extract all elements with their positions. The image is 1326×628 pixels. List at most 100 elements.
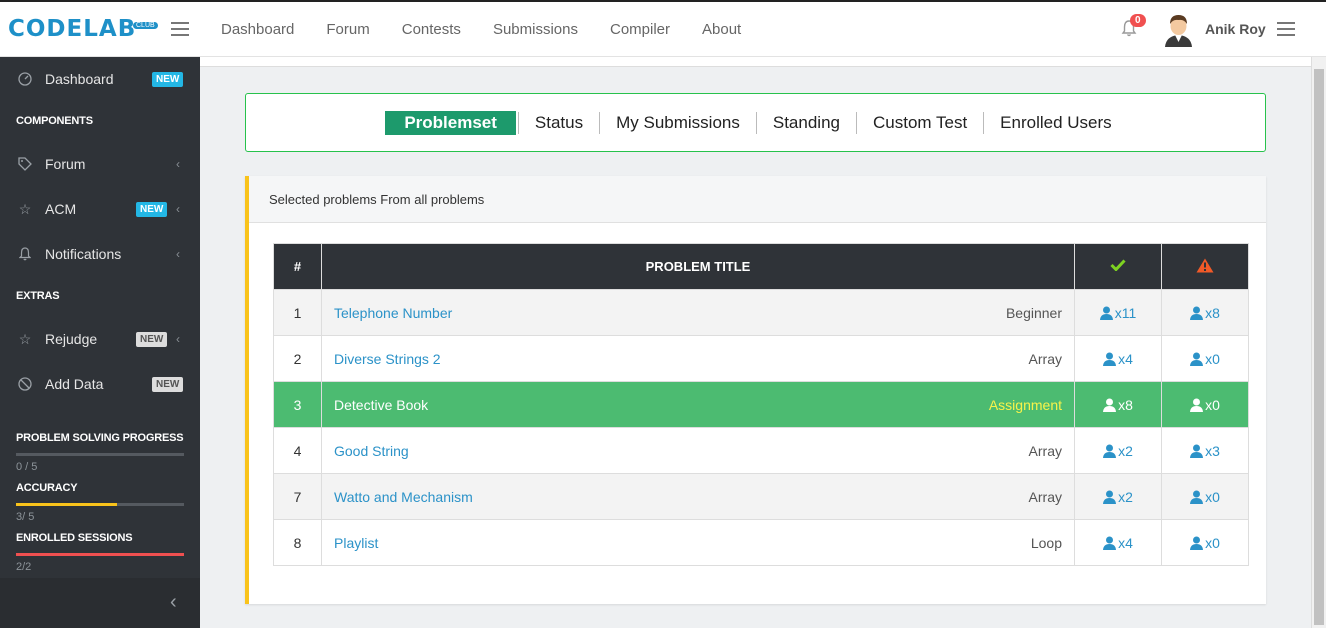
content-top-strip [200, 57, 1311, 67]
vertical-scrollbar[interactable] [1311, 57, 1326, 628]
check-icon [1110, 259, 1126, 272]
panel-heading: Selected problems From all problems [249, 176, 1266, 223]
attempted-users-cell[interactable]: x0 [1161, 519, 1249, 566]
problem-number: 3 [273, 381, 322, 428]
problem-title-cell: Good String Array [321, 427, 1075, 474]
progress-value: 0 / 5 [16, 461, 38, 473]
sidebar: Dashboard NEW COMPONENTS Forum ‹ ☆ ACM N… [0, 57, 200, 628]
accepted-users-cell[interactable]: x8 [1074, 381, 1162, 428]
table-row[interactable]: 4 Good String Array x2 x3 [273, 427, 1249, 474]
nav-about[interactable]: About [686, 21, 757, 38]
accuracy-value: 3/ 5 [16, 511, 35, 523]
section-title-extras: EXTRAS [16, 290, 60, 302]
column-header-title: PROBLEM TITLE [321, 243, 1075, 290]
problem-rows: 1 Telephone Number Beginner x11 x8 2 Diverse S… [273, 289, 1249, 566]
collapse-sidebar-icon[interactable]: ‹ [170, 591, 177, 614]
user-icon [1190, 489, 1205, 505]
attempted-count: x0 [1205, 534, 1220, 551]
problem-title-link[interactable]: Diverse Strings 2 [334, 351, 441, 367]
gauge-icon [17, 71, 33, 87]
attempted-count: x0 [1205, 488, 1220, 505]
attempted-users-cell[interactable]: x0 [1161, 381, 1249, 428]
tab-status[interactable]: Status [521, 113, 597, 133]
attempted-users-cell[interactable]: x3 [1161, 427, 1249, 474]
table-header-row: # PROBLEM TITLE [273, 243, 1249, 290]
ban-icon [17, 376, 33, 392]
tab-divider [599, 111, 601, 134]
sidebar-item-rejudge[interactable]: ☆ Rejudge NEW ‹ [0, 317, 200, 361]
sidebar-item-label: Forum [45, 156, 86, 172]
sidebar-item-acm[interactable]: ☆ ACM NEW ‹ [0, 187, 200, 231]
tab-enrolled-users[interactable]: Enrolled Users [986, 113, 1126, 133]
attempted-users-cell[interactable]: x0 [1161, 473, 1249, 520]
problem-title-link[interactable]: Telephone Number [334, 305, 452, 321]
chevron-left-icon: ‹ [176, 157, 180, 171]
notification-count-badge: 0 [1130, 14, 1146, 27]
enrolled-sessions-track [16, 553, 184, 556]
tab-divider [983, 111, 985, 134]
user-icon [1099, 305, 1115, 321]
problem-title-cell: Telephone Number Beginner [321, 289, 1075, 336]
nav-contests[interactable]: Contests [386, 21, 477, 38]
problem-title-link[interactable]: Watto and Mechanism [334, 489, 473, 505]
sidebar-item-add-data[interactable]: Add Data NEW [0, 362, 200, 406]
problem-number: 7 [273, 473, 322, 520]
problem-number: 2 [273, 335, 322, 382]
bell-icon [17, 246, 33, 262]
scrollbar-thumb[interactable] [1314, 69, 1324, 625]
problem-number: 8 [273, 519, 322, 566]
user-icon [1103, 397, 1118, 413]
sidebar-item-dashboard[interactable]: Dashboard NEW [0, 57, 200, 101]
problem-title-link[interactable]: Detective Book [334, 397, 428, 413]
nav-forum[interactable]: Forum [310, 21, 385, 38]
sidebar-item-label: Add Data [45, 376, 104, 392]
accepted-users-cell[interactable]: x4 [1074, 519, 1162, 566]
problem-tabs: Problemset Status My Submissions Standin… [245, 93, 1266, 152]
problem-title-cell: Watto and Mechanism Array [321, 473, 1075, 520]
progress-track [16, 453, 184, 456]
user-avatar[interactable] [1163, 12, 1194, 47]
table-row[interactable]: 7 Watto and Mechanism Array x2 x0 [273, 473, 1249, 520]
problem-number: 4 [273, 427, 322, 474]
table-row[interactable]: 3 Detective Book Assignment x8 x0 [273, 381, 1249, 428]
accepted-users-cell[interactable]: x2 [1074, 427, 1162, 474]
problem-title-link[interactable]: Good String [334, 443, 409, 459]
sidebar-item-label: ACM [45, 201, 77, 217]
settings-menu-icon[interactable] [1277, 22, 1295, 36]
attempted-users-cell[interactable]: x0 [1161, 335, 1249, 382]
tab-standing[interactable]: Standing [759, 113, 854, 133]
nav-dashboard[interactable]: Dashboard [205, 21, 310, 38]
table-row[interactable]: 1 Telephone Number Beginner x11 x8 [273, 289, 1249, 336]
user-name[interactable]: Anik Roy [1205, 21, 1266, 37]
main-nav: Dashboard Forum Contests Submissions Com… [205, 2, 757, 57]
nav-submissions[interactable]: Submissions [477, 21, 594, 38]
enrolled-sessions-title: ENROLLED SESSIONS [16, 532, 133, 544]
tab-custom-test[interactable]: Custom Test [859, 113, 981, 133]
user-icon [1103, 489, 1118, 505]
star-icon: ☆ [18, 200, 32, 217]
accepted-users-cell[interactable]: x2 [1074, 473, 1162, 520]
nav-compiler[interactable]: Compiler [594, 21, 686, 38]
sidebar-item-notifications[interactable]: Notifications ‹ [0, 232, 200, 276]
logo-sub-badge: CLUB [133, 22, 158, 29]
sidebar-item-forum[interactable]: Forum ‹ [0, 142, 200, 186]
problem-title-link[interactable]: Playlist [334, 535, 378, 551]
menu-toggle-icon[interactable] [171, 22, 189, 36]
user-icon [1190, 305, 1205, 321]
accepted-users-cell[interactable]: x4 [1074, 335, 1162, 382]
new-badge: NEW [152, 376, 184, 392]
site-logo[interactable]: CODELAB [8, 16, 136, 42]
tab-problemset[interactable]: Problemset [385, 110, 516, 135]
accepted-count: x4 [1118, 534, 1133, 551]
problem-category: Array [1028, 442, 1062, 459]
problem-category: Array [1028, 488, 1062, 505]
table-row[interactable]: 8 Playlist Loop x4 x0 [273, 519, 1249, 566]
table-row[interactable]: 2 Diverse Strings 2 Array x4 x0 [273, 335, 1249, 382]
accepted-users-cell[interactable]: x11 [1074, 289, 1162, 336]
user-icon [1103, 351, 1118, 367]
accepted-count: x2 [1118, 488, 1133, 505]
chevron-left-icon: ‹ [176, 202, 180, 216]
attempted-users-cell[interactable]: x8 [1161, 289, 1249, 336]
tab-my-submissions[interactable]: My Submissions [602, 113, 754, 133]
section-title-components: COMPONENTS [16, 115, 93, 127]
